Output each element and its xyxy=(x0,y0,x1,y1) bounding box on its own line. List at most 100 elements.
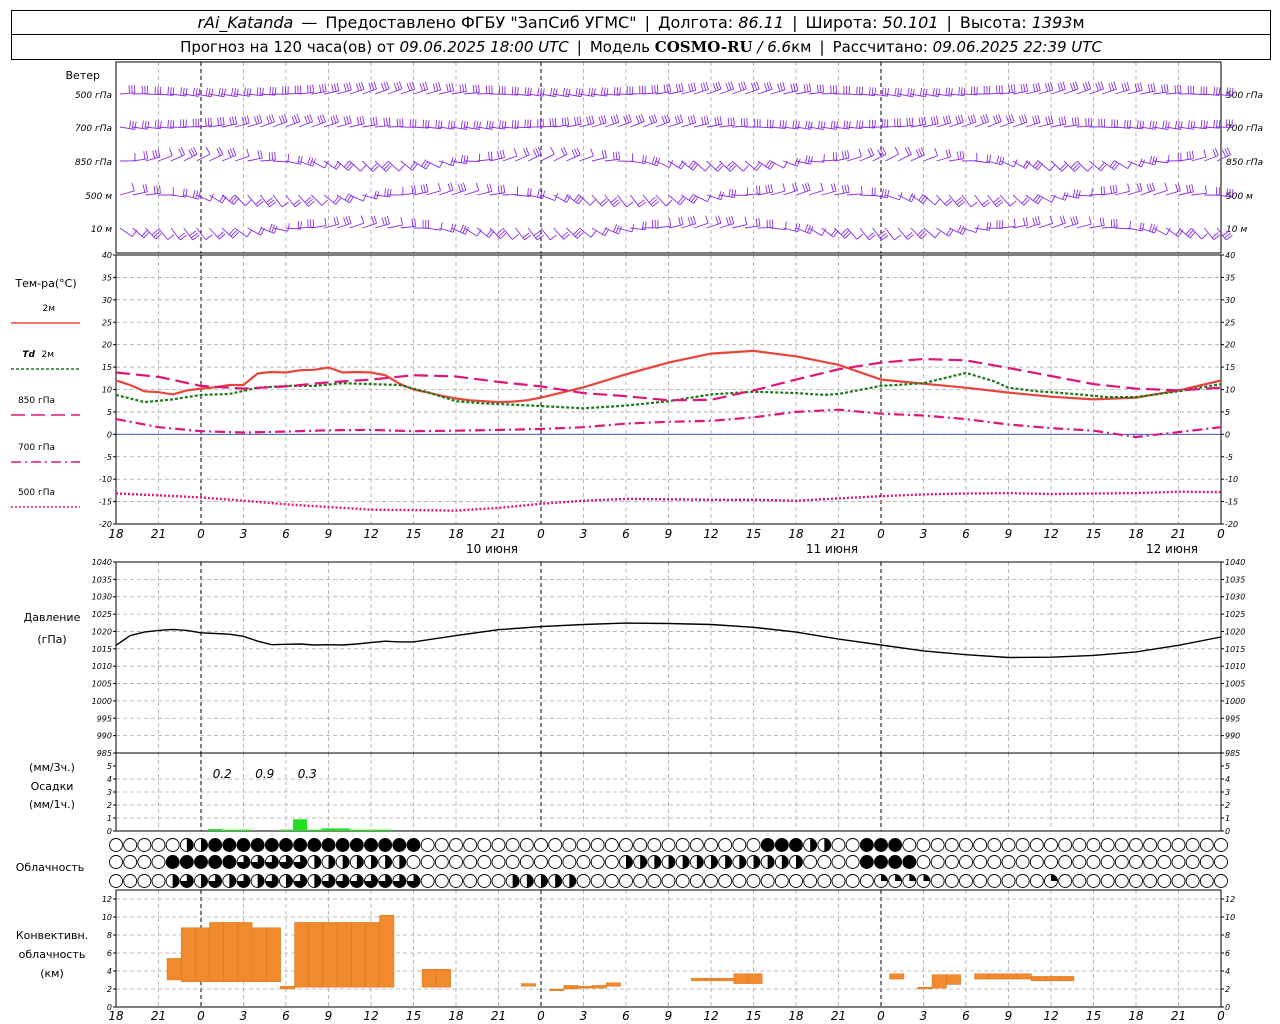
wind-barb-feather xyxy=(1018,116,1023,124)
convective-cloud-bar xyxy=(549,988,565,991)
wind-barb-feather xyxy=(996,155,1000,164)
pressure-axis-tick-label-left: 985 xyxy=(97,749,112,758)
cloud-cover-symbol xyxy=(477,855,492,869)
cloud-cover-symbol xyxy=(1058,855,1073,869)
wind-barb-feather xyxy=(386,216,390,224)
cloud-cover-fill xyxy=(385,855,392,869)
wind-barb-feather xyxy=(688,83,691,92)
wind-barb-feather xyxy=(464,83,467,92)
wind-barb-feather xyxy=(933,116,937,125)
cloud-cover-fill xyxy=(229,874,236,888)
wind-barb-staff xyxy=(961,194,972,208)
time-tick-label-bottom: 0 xyxy=(877,1009,885,1023)
cloud-cover-symbol xyxy=(803,874,818,888)
cloud-cover-fill xyxy=(286,874,293,888)
wind-barb-feather xyxy=(847,150,850,159)
cloud-cover-symbol xyxy=(1029,838,1044,852)
wind-barb-feather xyxy=(1035,83,1039,92)
pressure-axis-tick-label-right: 1030 xyxy=(1225,593,1245,602)
wind-barb-feather xyxy=(615,151,618,160)
cloud-cover-symbol xyxy=(1058,874,1073,888)
temp-axis-tick-label-right: -15 xyxy=(1225,498,1238,507)
wind-barb-feather xyxy=(389,188,392,197)
convective-cloud-bar xyxy=(563,985,579,990)
wind-barb-feather xyxy=(1010,114,1015,122)
wind-barb-feather xyxy=(245,199,252,206)
wind-barb-staff xyxy=(936,227,950,237)
wind-barb-feather xyxy=(218,87,221,96)
wind-barb-feather xyxy=(220,88,224,97)
cloud-cover-fill xyxy=(1051,874,1058,881)
pressure-panel-title: Давление xyxy=(24,611,81,624)
wind-barb-feather xyxy=(523,148,528,157)
temp-axis-tick-label-left: 20 xyxy=(102,341,112,350)
convective-cloud-bar xyxy=(379,915,395,988)
wind-barb-feather xyxy=(490,151,493,160)
convective-cloud-bar xyxy=(1045,976,1061,982)
wind-barb-feather xyxy=(970,115,974,123)
conv-axis-tick-label-right: 0 xyxy=(1225,1003,1230,1012)
wind-barb-feather xyxy=(1097,82,1102,90)
wind-barb-feather xyxy=(336,216,340,225)
precip-bar xyxy=(278,829,294,831)
cloud-cover-symbol xyxy=(916,838,931,852)
wind-barb-feather xyxy=(180,87,183,96)
wind-barb-feather xyxy=(1164,182,1168,191)
time-tick-label-top: 18 xyxy=(1128,527,1144,541)
wind-barb-feather xyxy=(959,225,965,234)
wind-barb-feather xyxy=(796,158,801,167)
wind-barb-feather xyxy=(767,184,771,193)
cloud-cover-symbol xyxy=(548,855,563,869)
wind-barb-feather xyxy=(725,83,729,91)
wind-barb-feather xyxy=(511,119,514,128)
temp-axis-tick-label-right: 30 xyxy=(1225,296,1235,305)
wind-barb-feather xyxy=(393,83,398,91)
day-label: 10 июня xyxy=(466,542,518,556)
wind-level-label-left: 500 м xyxy=(85,192,112,202)
time-tick-label-top: 6 xyxy=(282,527,290,541)
cloud-cover-symbol xyxy=(491,855,506,869)
convective-cloud-bar xyxy=(733,973,749,984)
wind-barb-feather xyxy=(802,184,806,193)
wind-barb-feather xyxy=(1077,116,1080,126)
wind-barb-feather xyxy=(701,116,704,125)
cloud-cover-symbol xyxy=(930,855,945,869)
cloud-cover-fill xyxy=(923,874,930,881)
wind-barb-feather xyxy=(703,82,707,91)
cloud-cover-symbol xyxy=(930,874,945,888)
cloud-cover-symbol xyxy=(406,855,421,869)
cloud-cover-fill xyxy=(569,874,576,888)
wind-barb-feather xyxy=(661,116,666,124)
wind-barb-feather xyxy=(936,115,939,124)
wind-barb-feather xyxy=(307,156,311,165)
wind-barb-feather xyxy=(1037,216,1041,225)
wind-barb-feather xyxy=(287,154,290,163)
wind-barb-feather xyxy=(934,148,939,156)
cloud-cover-fill xyxy=(378,838,392,852)
wind-barb-feather xyxy=(361,81,365,90)
wind-barb-feather xyxy=(1115,184,1118,193)
wind-barb-feather xyxy=(590,88,594,97)
wind-barb-staff xyxy=(1038,222,1053,229)
cloud-cover-fill xyxy=(888,855,902,869)
wind-barb-feather xyxy=(375,116,378,125)
cloud-cover-symbol xyxy=(1199,838,1214,852)
wind-barb-feather xyxy=(1062,81,1066,90)
time-tick-label-top: 18 xyxy=(788,527,804,541)
cloud-cover-fill xyxy=(201,874,208,888)
wind-barb-feather xyxy=(1139,222,1142,231)
cloud-cover-symbol xyxy=(689,838,704,852)
wind-barb-feather xyxy=(1058,117,1062,126)
wind-barb-feather xyxy=(1190,120,1193,129)
wind-barb-staff xyxy=(502,227,513,240)
wind-barb-staff xyxy=(387,126,403,128)
wind-barb-staff xyxy=(1076,88,1091,95)
cloud-cover-symbol xyxy=(1044,838,1058,852)
wind-barb-feather xyxy=(488,151,490,160)
wind-barb-feather xyxy=(207,117,210,127)
wind-barb-feather xyxy=(346,82,350,91)
pressure-axis-tick-label-left: 1015 xyxy=(92,645,112,654)
time-tick-label-bottom: 21 xyxy=(831,1009,846,1023)
time-tick-label-bottom: 6 xyxy=(962,1009,970,1023)
wind-barb-staff xyxy=(464,190,479,196)
